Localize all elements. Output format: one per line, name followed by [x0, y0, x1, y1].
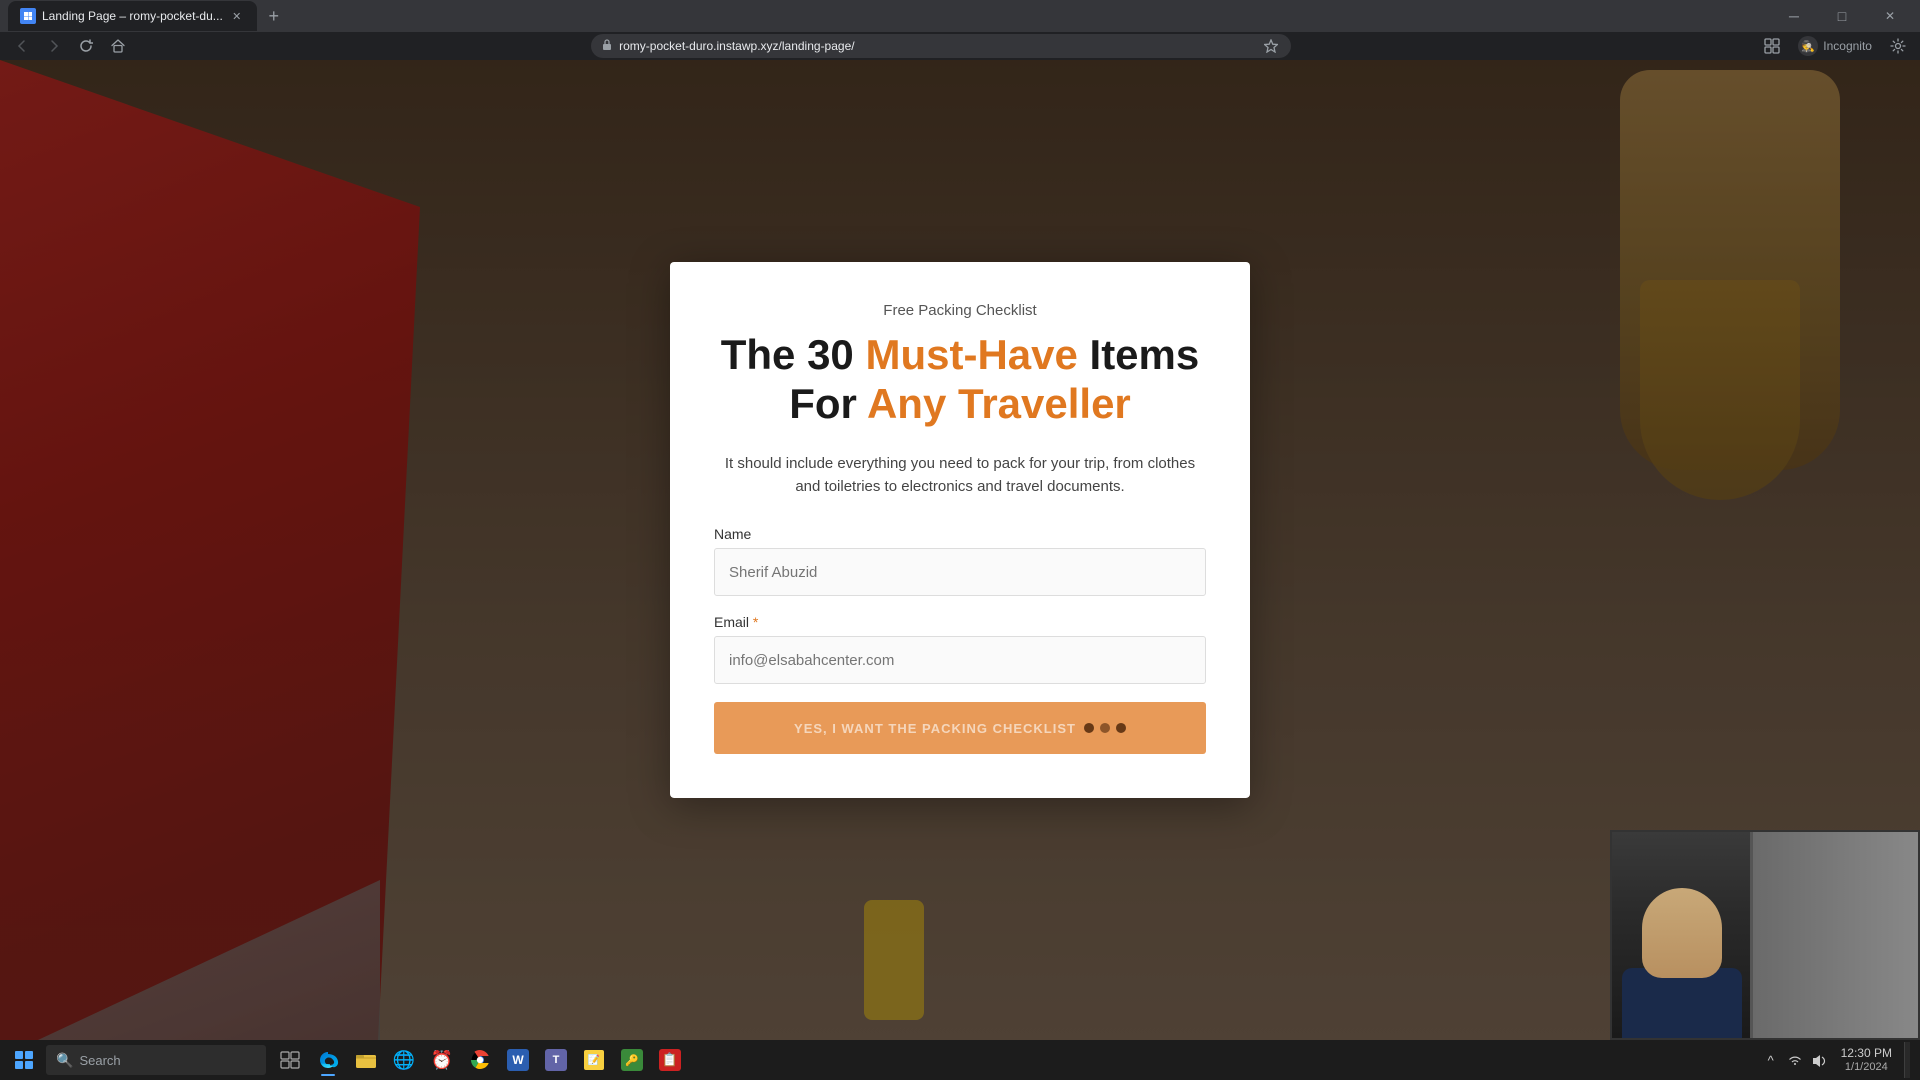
- win-logo-cell-4: [25, 1061, 33, 1069]
- address-bar-row: romy-pocket-duro.instawp.xyz/landing-pag…: [0, 32, 1920, 60]
- keepass-button[interactable]: 🔑: [614, 1042, 650, 1078]
- taskbar: 🔍 Search: [0, 1040, 1920, 1080]
- dot-3: [1116, 723, 1126, 733]
- clock-date: 1/1/2024: [1845, 1061, 1888, 1074]
- modal-subtitle: Free Packing Checklist: [714, 302, 1206, 319]
- email-label: Email *: [714, 614, 1206, 630]
- taskview-button[interactable]: [272, 1042, 308, 1078]
- taskbar-search-text: Search: [79, 1053, 120, 1068]
- lock-icon: [601, 38, 613, 54]
- clipboard-button[interactable]: 📋: [652, 1042, 688, 1078]
- network-icon[interactable]: [1785, 1050, 1805, 1070]
- active-tab[interactable]: Landing Page – romy-pocket-du... ✕: [8, 1, 257, 31]
- taskbar-search-icon: 🔍: [56, 1052, 73, 1069]
- title-part1: The 30: [721, 331, 866, 378]
- teams-button[interactable]: T: [538, 1042, 574, 1078]
- tab-controls: ─ □ ✕: [1772, 0, 1912, 32]
- person-body: [1622, 968, 1742, 1038]
- clock-display[interactable]: 12:30 PM 1/1/2024: [1833, 1046, 1900, 1074]
- email-input[interactable]: [714, 636, 1206, 684]
- dot-2: [1100, 723, 1110, 733]
- word-button[interactable]: W: [500, 1042, 536, 1078]
- edge-icon: [317, 1049, 339, 1071]
- tray-hidden-icons[interactable]: ^: [1761, 1050, 1781, 1070]
- file-explorer-button[interactable]: [348, 1042, 384, 1078]
- cortana-icon: 🌐: [393, 1049, 415, 1071]
- submit-button[interactable]: YES, I WANT THE PACKING CHECKLIST: [714, 702, 1206, 754]
- clock-app-icon: ⏰: [431, 1049, 453, 1071]
- browser-window: Landing Page – romy-pocket-du... ✕ + ─ □…: [0, 0, 1920, 1080]
- show-desktop-button[interactable]: [1904, 1042, 1910, 1078]
- webcam-overlay: [1610, 830, 1920, 1040]
- signup-modal: Free Packing Checklist The 30 Must-Have …: [670, 262, 1250, 798]
- browser-chrome: Landing Page – romy-pocket-du... ✕ + ─ □…: [0, 0, 1920, 60]
- title-part3: For: [789, 380, 867, 427]
- email-label-text: Email: [714, 614, 749, 630]
- clock-app-button[interactable]: ⏰: [424, 1042, 460, 1078]
- home-button[interactable]: [104, 32, 132, 60]
- windows-logo: [15, 1051, 33, 1069]
- email-form-group: Email *: [714, 614, 1206, 684]
- webcam-wall: [1750, 832, 1918, 1038]
- modal-title: The 30 Must-Have Items For Any Traveller: [714, 331, 1206, 428]
- win-logo-cell-2: [25, 1051, 33, 1059]
- loading-indicator: [1084, 723, 1126, 733]
- forward-button[interactable]: [40, 32, 68, 60]
- submit-label-text: YES, I WANT THE PACKING CHECKLIST: [794, 721, 1076, 736]
- email-required-mark: *: [749, 614, 758, 630]
- url-bar[interactable]: romy-pocket-duro.instawp.xyz/landing-pag…: [591, 34, 1291, 58]
- win-logo-cell-1: [15, 1051, 23, 1059]
- name-input[interactable]: [714, 548, 1206, 596]
- refresh-button[interactable]: [72, 32, 100, 60]
- volume-icon[interactable]: [1809, 1050, 1829, 1070]
- title-part2: Items: [1078, 331, 1199, 378]
- url-text: romy-pocket-duro.instawp.xyz/landing-pag…: [619, 39, 1255, 53]
- win-logo-cell-3: [15, 1061, 23, 1069]
- tab-close-button[interactable]: ✕: [229, 8, 245, 24]
- profile-button[interactable]: 🕵 Incognito: [1790, 36, 1880, 56]
- minimize-button[interactable]: ─: [1772, 0, 1816, 32]
- chrome-button[interactable]: [462, 1042, 498, 1078]
- settings-button[interactable]: [1884, 32, 1912, 60]
- file-explorer-icon: [355, 1049, 377, 1071]
- title-highlight-any-traveller: Any Traveller: [867, 380, 1131, 427]
- taskbar-items: 🌐 ⏰ W T 📝: [272, 1042, 688, 1078]
- page-content: Free Packing Checklist The 30 Must-Have …: [0, 60, 1920, 1040]
- tab-title: Landing Page – romy-pocket-du...: [42, 9, 223, 23]
- tab-favicon: [20, 8, 36, 24]
- maximize-button[interactable]: □: [1820, 0, 1864, 32]
- url-star-icon[interactable]: [1261, 36, 1281, 56]
- keepass-icon: 🔑: [621, 1049, 643, 1071]
- teams-icon: T: [545, 1049, 567, 1071]
- incognito-label: Incognito: [1823, 39, 1872, 53]
- browser-right-area: 🕵 Incognito: [1758, 32, 1912, 60]
- modal-description: It should include everything you need to…: [714, 452, 1206, 499]
- sticky-notes-button[interactable]: 📝: [576, 1042, 612, 1078]
- dot-1: [1084, 723, 1094, 733]
- sticky-notes-icon: 📝: [584, 1050, 604, 1070]
- person-head: [1642, 888, 1722, 978]
- webcam-bg: [1612, 832, 1918, 1038]
- tab-bar: Landing Page – romy-pocket-du... ✕ + ─ □…: [0, 0, 1920, 32]
- start-button[interactable]: [4, 1042, 44, 1078]
- clipboard-icon: 📋: [659, 1049, 681, 1071]
- cortana-button[interactable]: 🌐: [386, 1042, 422, 1078]
- title-highlight-must-have: Must-Have: [865, 331, 1077, 378]
- extensions-button[interactable]: [1758, 32, 1786, 60]
- name-label: Name: [714, 526, 1206, 542]
- back-button[interactable]: [8, 32, 36, 60]
- word-icon: W: [507, 1049, 529, 1071]
- name-form-group: Name: [714, 526, 1206, 596]
- chrome-icon: [469, 1049, 491, 1071]
- new-tab-button[interactable]: +: [261, 3, 287, 29]
- system-tray: ^ 12:30 PM 1/1/2024: [1755, 1042, 1916, 1078]
- clock-time: 12:30 PM: [1841, 1046, 1892, 1060]
- taskview-icon: [279, 1049, 301, 1071]
- close-button[interactable]: ✕: [1868, 0, 1912, 32]
- edge-browser-button[interactable]: [310, 1042, 346, 1078]
- taskbar-search-bar[interactable]: 🔍 Search: [46, 1045, 266, 1075]
